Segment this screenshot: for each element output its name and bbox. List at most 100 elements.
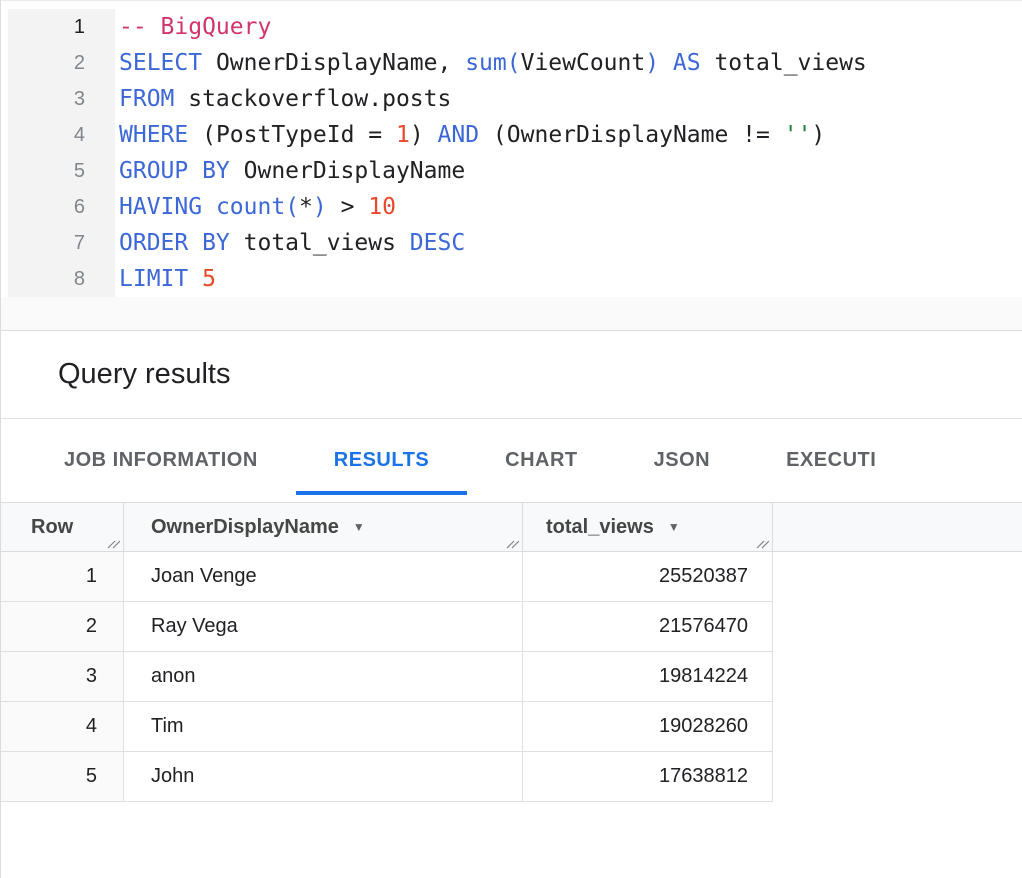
code-token: ) [811, 122, 825, 148]
code-token: SELECT [119, 50, 202, 76]
bigquery-results-screen: 1-- BigQuery2SELECT OwnerDisplayName, su… [0, 0, 1022, 878]
total-views-cell: 21576470 [523, 602, 773, 651]
code-token: HAVING [119, 194, 202, 220]
line-number: 1 [8, 9, 115, 45]
owner-display-name-cell: Joan Venge [124, 552, 523, 601]
sort-caret-icon[interactable]: ▼ [353, 521, 365, 533]
row-number-cell: 4 [1, 702, 124, 751]
code-scroll-area: 1-- BigQuery2SELECT OwnerDisplayName, su… [1, 1, 1022, 297]
sql-editor[interactable]: 1-- BigQuery2SELECT OwnerDisplayName, su… [1, 0, 1022, 331]
code-token: AND [438, 122, 480, 148]
code-token: WHERE [119, 122, 188, 148]
column-resize-handle-icon[interactable] [506, 536, 519, 549]
code-token: > [327, 194, 369, 220]
tab-label: JOB INFORMATION [64, 449, 258, 472]
row-number-cell: 2 [1, 602, 124, 651]
code-line: 7ORDER BY total_views DESC [8, 225, 1022, 261]
tab-results[interactable]: RESULTS [296, 419, 467, 502]
column-resize-handle-icon[interactable] [756, 536, 769, 549]
total-views-cell: 17638812 [523, 752, 773, 801]
code-token: -- BigQuery [119, 14, 271, 40]
line-number: 5 [8, 153, 115, 189]
table-row: 3anon19814224 [1, 652, 773, 702]
line-number: 6 [8, 189, 115, 225]
sort-caret-icon[interactable]: ▼ [668, 521, 680, 533]
code-token: total_views [230, 230, 410, 256]
total-views-cell: 19814224 [523, 652, 773, 701]
code-text[interactable]: ORDER BY total_views DESC [115, 225, 465, 261]
table-row: 5John17638812 [1, 752, 773, 802]
table-row: 4Tim19028260 [1, 702, 773, 752]
column-header-label: OwnerDisplayName [151, 516, 339, 539]
code-text[interactable]: GROUP BY OwnerDisplayName [115, 153, 465, 189]
code-token: GROUP BY [119, 158, 230, 184]
code-line: 3FROM stackoverflow.posts [8, 81, 1022, 117]
column-header-label: Row [31, 516, 73, 539]
code-token: ) [410, 122, 438, 148]
page-title: Query results [58, 358, 230, 391]
code-text[interactable]: HAVING count(*) > 10 [115, 189, 396, 225]
code-token: * [299, 194, 313, 220]
owner-display-name-cell: anon [124, 652, 523, 701]
bottom-spacer [1, 802, 1022, 877]
code-line: 6HAVING count(*) > 10 [8, 189, 1022, 225]
code-text[interactable]: SELECT OwnerDisplayName, sum(ViewCount) … [115, 45, 867, 81]
code-token: ) [313, 194, 327, 220]
column-header-filler [773, 503, 1022, 551]
code-token: count( [216, 194, 299, 220]
line-number: 4 [8, 117, 115, 153]
code-token: 10 [368, 194, 396, 220]
column-resize-handle-icon[interactable] [107, 536, 120, 549]
code-token: DESC [410, 230, 465, 256]
tab-label: EXECUTI [786, 449, 876, 472]
code-token: FROM [119, 86, 174, 112]
code-line: 8LIMIT 5 [8, 261, 1022, 297]
code-token: (PostTypeId = [188, 122, 396, 148]
row-number-cell: 5 [1, 752, 124, 801]
code-text[interactable]: LIMIT 5 [115, 261, 216, 297]
table-row: 1Joan Venge25520387 [1, 552, 773, 602]
code-token: ) AS [645, 50, 700, 76]
total-views-cell: 19028260 [523, 702, 773, 751]
editor-footer [1, 297, 1022, 330]
code-token: (OwnerDisplayName != [479, 122, 784, 148]
owner-display-name-cell: Ray Vega [124, 602, 523, 651]
code-token: total_views [701, 50, 867, 76]
code-line: 2SELECT OwnerDisplayName, sum(ViewCount)… [8, 45, 1022, 81]
code-token: 5 [202, 266, 216, 292]
row-number-cell: 1 [1, 552, 124, 601]
results-table-body: 1Joan Venge255203872Ray Vega215764703ano… [1, 552, 773, 802]
code-text[interactable]: -- BigQuery [115, 9, 271, 45]
active-tab-underline [296, 491, 467, 495]
tab-executi[interactable]: EXECUTI [748, 419, 914, 502]
line-number: 2 [8, 45, 115, 81]
code-text[interactable]: FROM stackoverflow.posts [115, 81, 451, 117]
line-number: 8 [8, 261, 115, 297]
code-token: stackoverflow.posts [174, 86, 451, 112]
code-line: 5GROUP BY OwnerDisplayName [8, 153, 1022, 189]
column-header-row: Row [1, 503, 124, 551]
tab-label: JSON [654, 449, 710, 472]
code-token: OwnerDisplayName, [202, 50, 465, 76]
tab-chart[interactable]: CHART [467, 419, 616, 502]
code-lines: 1-- BigQuery2SELECT OwnerDisplayName, su… [8, 9, 1022, 297]
owner-display-name-cell: John [124, 752, 523, 801]
code-token: '' [784, 122, 812, 148]
column-header-total-views[interactable]: total_views ▼ [523, 503, 773, 551]
total-views-cell: 25520387 [523, 552, 773, 601]
code-line: 4WHERE (PostTypeId = 1) AND (OwnerDispla… [8, 117, 1022, 153]
tab-label: CHART [505, 449, 578, 472]
code-token: LIMIT [119, 266, 188, 292]
line-number: 7 [8, 225, 115, 261]
tab-job-information[interactable]: JOB INFORMATION [26, 419, 296, 502]
code-text[interactable]: WHERE (PostTypeId = 1) AND (OwnerDisplay… [115, 117, 825, 153]
code-token: ORDER BY [119, 230, 230, 256]
code-token [188, 266, 202, 292]
row-number-cell: 3 [1, 652, 124, 701]
tab-label: RESULTS [334, 449, 429, 472]
code-token: ViewCount [521, 50, 646, 76]
code-token: 1 [396, 122, 410, 148]
column-header-label: total_views [546, 516, 654, 539]
tab-json[interactable]: JSON [616, 419, 748, 502]
column-header-ownerdisplayname[interactable]: OwnerDisplayName ▼ [124, 503, 523, 551]
